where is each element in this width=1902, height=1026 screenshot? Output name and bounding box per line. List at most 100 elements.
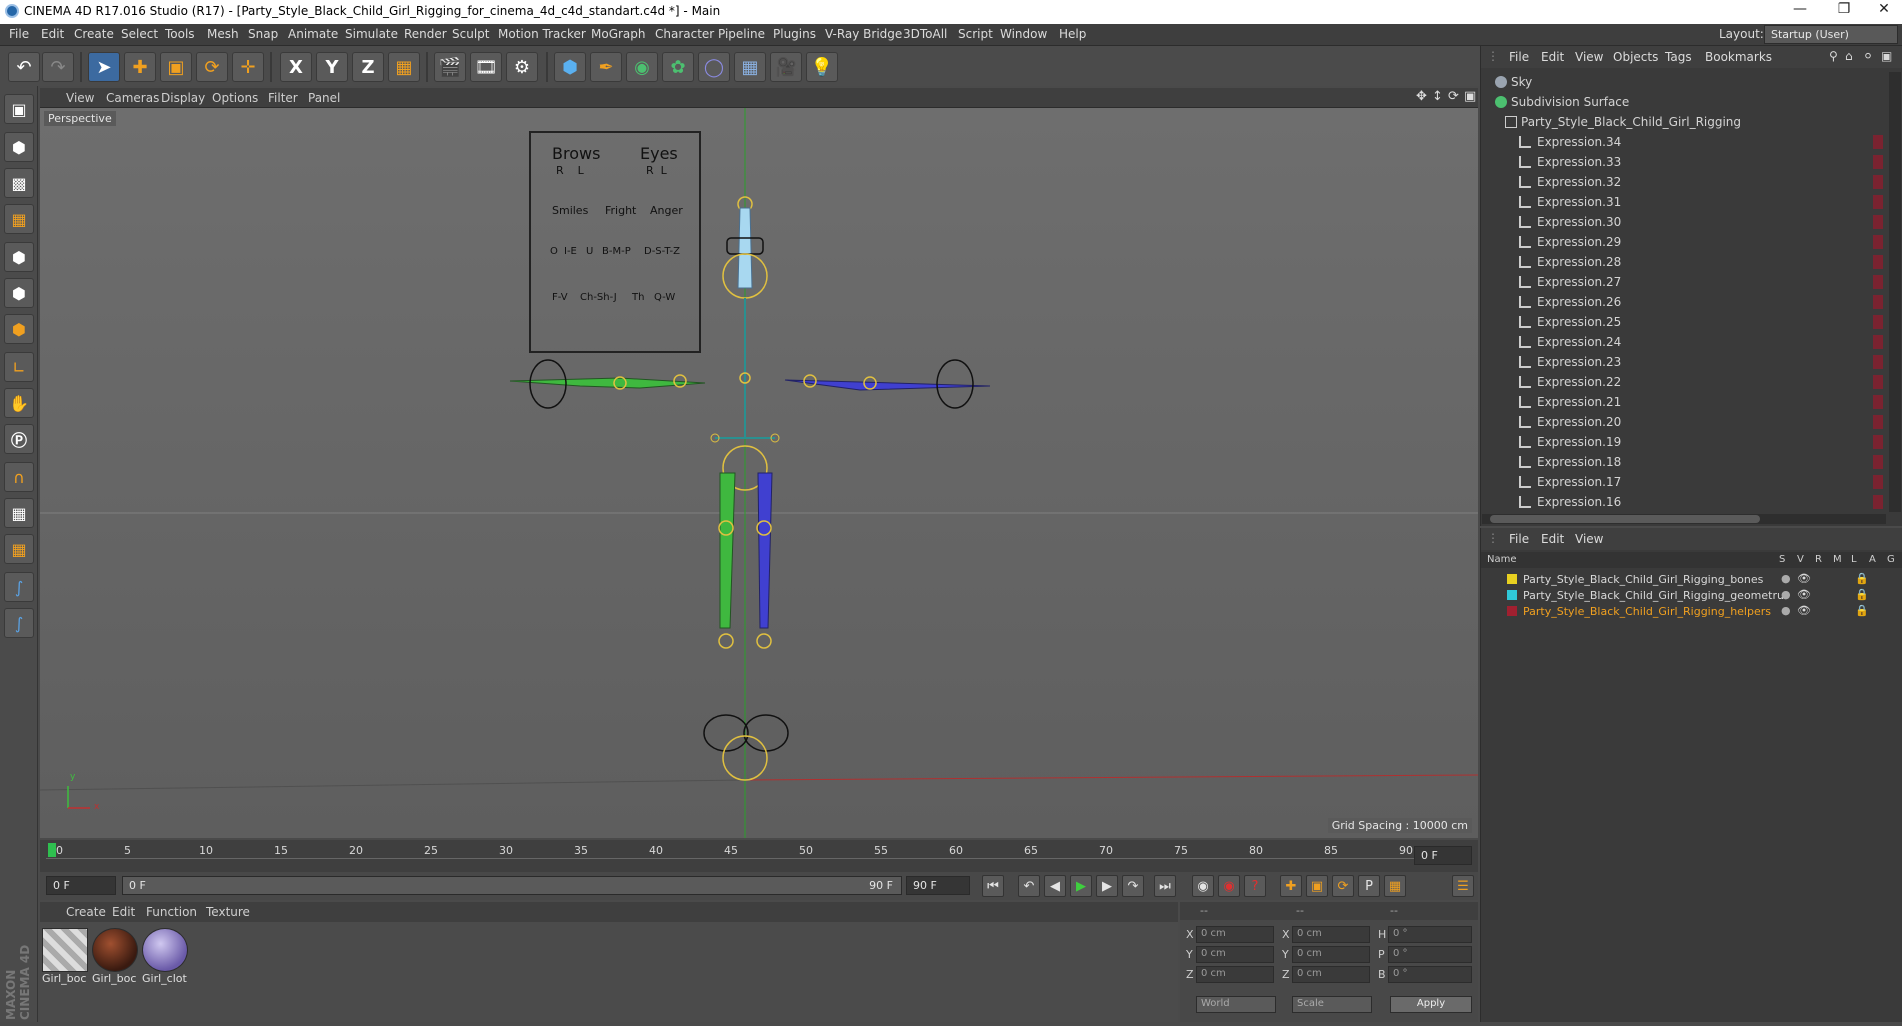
object-row[interactable]: Expression.19: [1481, 432, 1886, 452]
menu-snap[interactable]: Snap: [248, 27, 278, 41]
rotate-icon[interactable]: ⟳: [196, 52, 228, 82]
object-row[interactable]: Sky: [1481, 72, 1886, 92]
texture-mode-icon[interactable]: ▩: [4, 168, 34, 198]
redo-icon[interactable]: ↷: [42, 52, 74, 82]
restore-icon[interactable]: ❐: [1830, 1, 1858, 23]
timeline-window-icon[interactable]: ☰: [1452, 875, 1474, 897]
menu-script[interactable]: Script: [958, 27, 993, 41]
object-row[interactable]: Expression.34: [1481, 132, 1886, 152]
menu-motion-tracker[interactable]: Motion Tracker: [498, 27, 586, 41]
coordinate-system-icon[interactable]: ▦: [388, 52, 420, 82]
previous-key-icon[interactable]: ↶: [1018, 875, 1040, 897]
layer-visible-icon[interactable]: 👁: [1797, 588, 1811, 601]
rotation-p-field[interactable]: 0 °: [1388, 946, 1472, 963]
render-settings-icon[interactable]: ⚙: [506, 52, 538, 82]
object-row[interactable]: Expression.31: [1481, 192, 1886, 212]
coordinate-mode-select[interactable]: World: [1196, 996, 1276, 1013]
size-z-field[interactable]: 0 cm: [1292, 966, 1370, 983]
object-row[interactable]: Subdivision Surface: [1481, 92, 1886, 112]
light-icon[interactable]: 💡: [806, 52, 838, 82]
menu-sculpt[interactable]: Sculpt: [452, 27, 489, 41]
layer-solo-toggle[interactable]: ●: [1781, 572, 1791, 585]
layer-menu-edit[interactable]: Edit: [1541, 532, 1564, 546]
layer-visible-icon[interactable]: 👁: [1797, 572, 1811, 585]
y-axis-icon[interactable]: Y: [316, 52, 348, 82]
menu-select[interactable]: Select: [121, 27, 158, 41]
move-icon[interactable]: ✚: [124, 52, 156, 82]
cloner-icon[interactable]: ✿: [662, 52, 694, 82]
rotate-view-icon[interactable]: ⟳: [1448, 89, 1459, 104]
viewport-menu-display[interactable]: Display: [161, 91, 205, 105]
scrollbar-thumb[interactable]: [1490, 515, 1760, 523]
size-x-field[interactable]: 0 cm: [1292, 926, 1370, 943]
timeline-ruler[interactable]: 0 5 10 15 20 25 30 35 40 45 50 55 60 65 …: [40, 840, 1478, 872]
zoom-view-icon[interactable]: ↕: [1432, 89, 1443, 104]
menu-plugins[interactable]: Plugins: [773, 27, 816, 41]
move-view-icon[interactable]: ✥: [1416, 89, 1427, 104]
python-icon-2[interactable]: ∫: [4, 608, 34, 638]
key-position-icon[interactable]: ✚: [1280, 875, 1302, 897]
object-row[interactable]: Expression.18: [1481, 452, 1886, 472]
key-scale-icon[interactable]: ▣: [1306, 875, 1328, 897]
lock-panel-icon[interactable]: ⚪: [1863, 49, 1873, 63]
menu-help[interactable]: Help: [1059, 27, 1086, 41]
obj-menu-view[interactable]: View: [1575, 50, 1603, 64]
object-row[interactable]: Expression.27: [1481, 272, 1886, 292]
menu-mograph[interactable]: MoGraph: [591, 27, 646, 41]
object-row[interactable]: Expression.26: [1481, 292, 1886, 312]
layer-solo-toggle[interactable]: ●: [1781, 588, 1791, 601]
layer-lock-icon[interactable]: 🔒: [1855, 604, 1869, 617]
viewport-menu-cameras[interactable]: Cameras: [106, 91, 159, 105]
3d-viewport[interactable]: Brows Eyes R L R L Smiles Fright Anger O…: [40, 108, 1478, 838]
layer-lock-icon[interactable]: 🔒: [1855, 572, 1869, 585]
layer-row[interactable]: Party_Style_Black_Child_Girl_Rigging_hel…: [1481, 604, 1902, 619]
workplane-icon[interactable]: ▦: [4, 204, 34, 234]
menu-mesh[interactable]: Mesh: [207, 27, 239, 41]
object-row[interactable]: Expression.23: [1481, 352, 1886, 372]
play-icon[interactable]: ▶: [1070, 875, 1092, 897]
frame-range-slider[interactable]: 0 F 90 F: [122, 876, 902, 895]
object-row[interactable]: Expression.17: [1481, 472, 1886, 492]
layer-color-swatch[interactable]: [1507, 590, 1517, 600]
render-view-icon[interactable]: 🎬: [434, 52, 466, 82]
menu-window[interactable]: Window: [1000, 27, 1047, 41]
position-z-field[interactable]: 0 cm: [1196, 966, 1274, 983]
home-icon[interactable]: ⌂: [1845, 49, 1853, 63]
deformer-icon[interactable]: ◯: [698, 52, 730, 82]
material-menu-create[interactable]: Create: [66, 905, 106, 919]
layer-visible-icon[interactable]: 👁: [1797, 604, 1811, 617]
size-y-field[interactable]: 0 cm: [1292, 946, 1370, 963]
expand-panel-icon[interactable]: ▣: [1881, 49, 1892, 63]
obj-menu-edit[interactable]: Edit: [1541, 50, 1564, 64]
material-swatch[interactable]: [42, 928, 88, 972]
go-to-end-icon[interactable]: ⏭: [1154, 875, 1176, 897]
search-icon[interactable]: ⚲: [1829, 49, 1838, 63]
snap-icon[interactable]: Ⓟ: [4, 424, 34, 454]
previous-frame-icon[interactable]: ◀: [1044, 875, 1066, 897]
close-icon[interactable]: ✕: [1870, 1, 1898, 23]
object-row[interactable]: Expression.33: [1481, 152, 1886, 172]
x-axis-icon[interactable]: X: [280, 52, 312, 82]
obj-menu-file[interactable]: File: [1509, 50, 1529, 64]
menu-file[interactable]: File: [9, 27, 29, 41]
move-axis-icon[interactable]: ✛: [232, 52, 264, 82]
go-to-start-icon[interactable]: ⏮: [982, 875, 1004, 897]
object-row[interactable]: Expression.16: [1481, 492, 1886, 512]
minimize-icon[interactable]: —: [1786, 1, 1814, 23]
material-menu-function[interactable]: Function: [146, 905, 197, 919]
menu-animate[interactable]: Animate: [288, 27, 338, 41]
autokey-icon[interactable]: ◉: [1218, 875, 1240, 897]
axis-icon[interactable]: ∟: [4, 352, 34, 382]
viewport-menu-filter[interactable]: Filter: [268, 91, 298, 105]
object-row[interactable]: Expression.22: [1481, 372, 1886, 392]
object-row[interactable]: Expression.25: [1481, 312, 1886, 332]
menu-render[interactable]: Render: [404, 27, 447, 41]
menu-edit[interactable]: Edit: [41, 27, 64, 41]
obj-menu-tags[interactable]: Tags: [1665, 50, 1692, 64]
object-row[interactable]: Expression.28: [1481, 252, 1886, 272]
planar-workplane-icon[interactable]: ▦: [4, 534, 34, 564]
next-key-icon[interactable]: ↷: [1122, 875, 1144, 897]
object-tree-vertical-scrollbar[interactable]: [1889, 72, 1901, 512]
layer-color-swatch[interactable]: [1507, 574, 1517, 584]
rotation-b-field[interactable]: 0 °: [1388, 966, 1472, 983]
